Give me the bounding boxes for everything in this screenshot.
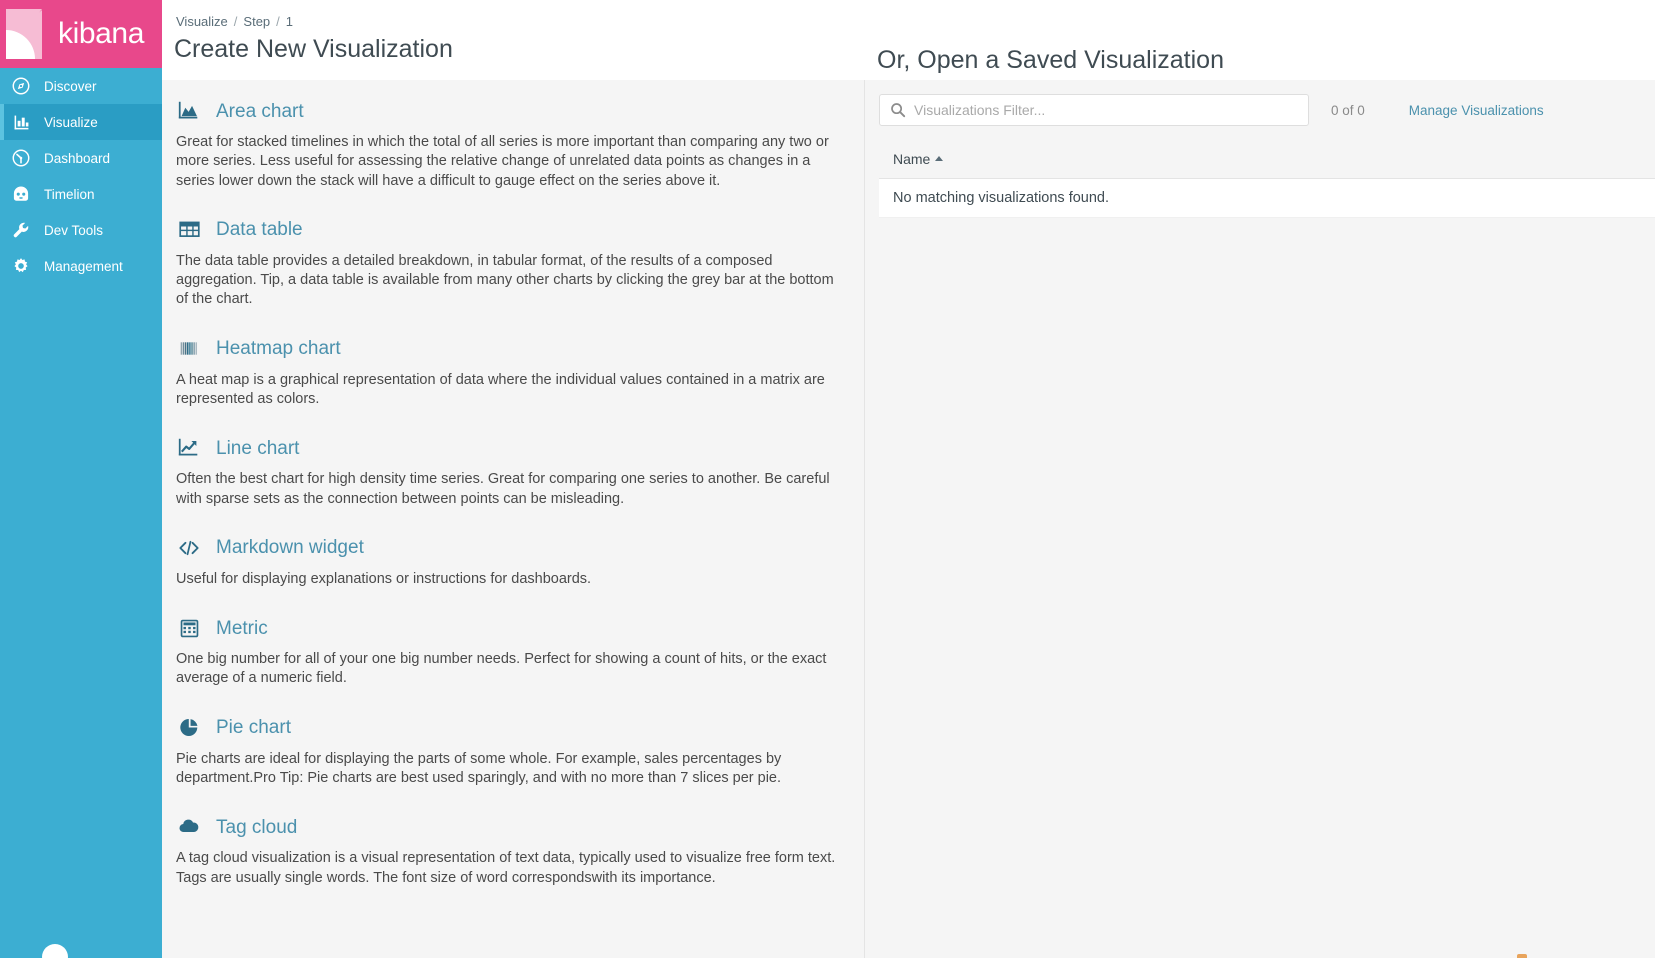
- viz-type-heatmap-chart: Heatmap chart A heat map is a graphical …: [174, 336, 852, 410]
- kibana-app: kibana Discover Visualize Dashboard Time…: [0, 0, 1655, 958]
- page-body: Area chart Great for stacked timelines i…: [162, 80, 1655, 958]
- viz-type-description: Great for stacked timelines in which the…: [176, 134, 829, 189]
- sidebar-item-discover[interactable]: Discover: [0, 68, 162, 104]
- viz-type-name[interactable]: Data table: [216, 220, 303, 239]
- viz-type-name[interactable]: Metric: [216, 619, 268, 638]
- page-title: Create New Visualization: [174, 35, 453, 63]
- breadcrumb-separator: /: [276, 14, 280, 29]
- viz-type-description: One big number for all of your one big n…: [176, 651, 827, 687]
- bar-chart-icon: [10, 111, 32, 133]
- viz-type-description: A tag cloud visualization is a visual re…: [176, 850, 836, 886]
- heatmap-icon: [176, 336, 202, 362]
- sidebar-nav: Discover Visualize Dashboard Timelion De…: [0, 68, 162, 284]
- viz-type-description: Pie charts are ideal for displaying the …: [176, 750, 782, 786]
- saved-visualizations-panel: 0 of 0 Manage Visualizations Name No mat…: [865, 80, 1655, 958]
- visualization-type-list: Area chart Great for stacked timelines i…: [162, 80, 865, 958]
- viz-type-area-chart: Area chart Great for stacked timelines i…: [174, 98, 852, 191]
- area-chart-icon: [176, 98, 202, 124]
- empty-state-message: No matching visualizations found.: [879, 179, 1655, 218]
- viz-type-markdown-widget: Markdown widget Useful for displaying ex…: [174, 535, 852, 589]
- breadcrumb-item-visualize[interactable]: Visualize: [176, 14, 228, 29]
- breadcrumb-item-current: 1: [285, 14, 294, 29]
- viz-type-description: Often the best chart for high density ti…: [176, 471, 830, 507]
- sidebar-item-label: Management: [44, 258, 123, 274]
- kibana-logo-block[interactable]: kibana: [0, 0, 162, 68]
- column-header-label: Name: [893, 151, 931, 167]
- viz-type-header[interactable]: Heatmap chart: [174, 336, 852, 362]
- viz-type-name[interactable]: Area chart: [216, 102, 304, 121]
- saved-panel-filler: [865, 218, 1655, 958]
- sidebar-item-visualize[interactable]: Visualize: [0, 104, 162, 140]
- gear-icon: [10, 255, 32, 277]
- breadcrumb-item-step[interactable]: Step: [243, 14, 270, 29]
- search-field-wrapper: [879, 94, 1309, 126]
- viz-type-header[interactable]: Line chart: [174, 435, 852, 461]
- viz-type-description: A heat map is a graphical representation…: [176, 371, 825, 407]
- viz-type-data-table: Data table The data table provides a det…: [174, 217, 852, 310]
- wrench-icon: [10, 219, 32, 241]
- pie-chart-icon: [176, 715, 202, 741]
- viz-type-header[interactable]: Metric: [174, 615, 852, 641]
- cloud-icon: [176, 814, 202, 840]
- sidebar-item-dev-tools[interactable]: Dev Tools: [0, 212, 162, 248]
- kibana-wordmark: kibana: [58, 17, 145, 50]
- viz-type-header[interactable]: Data table: [174, 217, 852, 243]
- saved-panel-inner: 0 of 0 Manage Visualizations Name No mat…: [865, 80, 1655, 218]
- viz-type-line-chart: Line chart Often the best chart for high…: [174, 435, 852, 509]
- sidebar-item-label: Dev Tools: [44, 222, 104, 238]
- viz-type-description: Useful for displaying explanations or in…: [176, 570, 592, 587]
- sidebar-item-label: Discover: [44, 78, 97, 94]
- dashboard-icon: [10, 147, 32, 169]
- viz-type-header[interactable]: Markdown widget: [174, 535, 852, 561]
- sidebar-item-management[interactable]: Management: [0, 248, 162, 284]
- viz-type-name[interactable]: Markdown widget: [216, 538, 364, 557]
- saved-filter-row: 0 of 0 Manage Visualizations: [879, 94, 1655, 126]
- page-header: Visualize / Step / 1 Create New Visualiz…: [162, 0, 1655, 80]
- viz-type-header[interactable]: Tag cloud: [174, 814, 852, 840]
- viz-type-metric: Metric One big number for all of your on…: [174, 615, 852, 689]
- kibana-logo-icon: [2, 7, 48, 61]
- viz-type-header[interactable]: Area chart: [174, 98, 852, 124]
- sidebar-item-label: Timelion: [44, 186, 95, 202]
- breadcrumb: Visualize / Step / 1: [174, 14, 865, 29]
- sidebar-item-label: Dashboard: [44, 150, 111, 166]
- main-content: Visualize / Step / 1 Create New Visualiz…: [162, 0, 1655, 958]
- visualizations-filter-input[interactable]: [879, 94, 1309, 126]
- saved-table-header: Name: [879, 142, 1655, 179]
- manage-visualizations-link[interactable]: Manage Visualizations: [1409, 103, 1544, 118]
- line-chart-icon: [176, 435, 202, 461]
- viz-type-name[interactable]: Heatmap chart: [216, 339, 341, 358]
- results-count-label: 0 of 0: [1331, 102, 1365, 118]
- column-header-name[interactable]: Name: [893, 151, 944, 167]
- calculator-icon: [176, 615, 202, 641]
- compass-icon: [10, 75, 32, 97]
- sidebar-item-dashboard[interactable]: Dashboard: [0, 140, 162, 176]
- viz-type-header[interactable]: Pie chart: [174, 715, 852, 741]
- viz-type-description: The data table provides a detailed break…: [176, 252, 834, 308]
- timelion-icon: [10, 183, 32, 205]
- global-sidebar: kibana Discover Visualize Dashboard Time…: [0, 0, 162, 958]
- viz-type-tag-cloud: Tag cloud A tag cloud visualization is a…: [174, 814, 852, 888]
- viz-type-pie-chart: Pie chart Pie charts are ideal for displ…: [174, 715, 852, 789]
- viz-type-name[interactable]: Tag cloud: [216, 818, 297, 837]
- breadcrumb-separator: /: [233, 14, 238, 29]
- code-icon: [176, 535, 202, 561]
- status-indicator: [1517, 954, 1527, 958]
- saved-panel-title: Or, Open a Saved Visualization: [877, 45, 1224, 74]
- wizard-header: Visualize / Step / 1 Create New Visualiz…: [162, 0, 865, 80]
- sidebar-item-label: Visualize: [44, 114, 98, 130]
- saved-header: Or, Open a Saved Visualization: [865, 0, 1655, 80]
- viz-type-name[interactable]: Pie chart: [216, 718, 291, 737]
- viz-type-name[interactable]: Line chart: [216, 439, 299, 458]
- sort-ascending-icon: [935, 155, 944, 161]
- sidebar-collapse-button[interactable]: [42, 944, 68, 958]
- sidebar-item-timelion[interactable]: Timelion: [0, 176, 162, 212]
- table-icon: [176, 217, 202, 243]
